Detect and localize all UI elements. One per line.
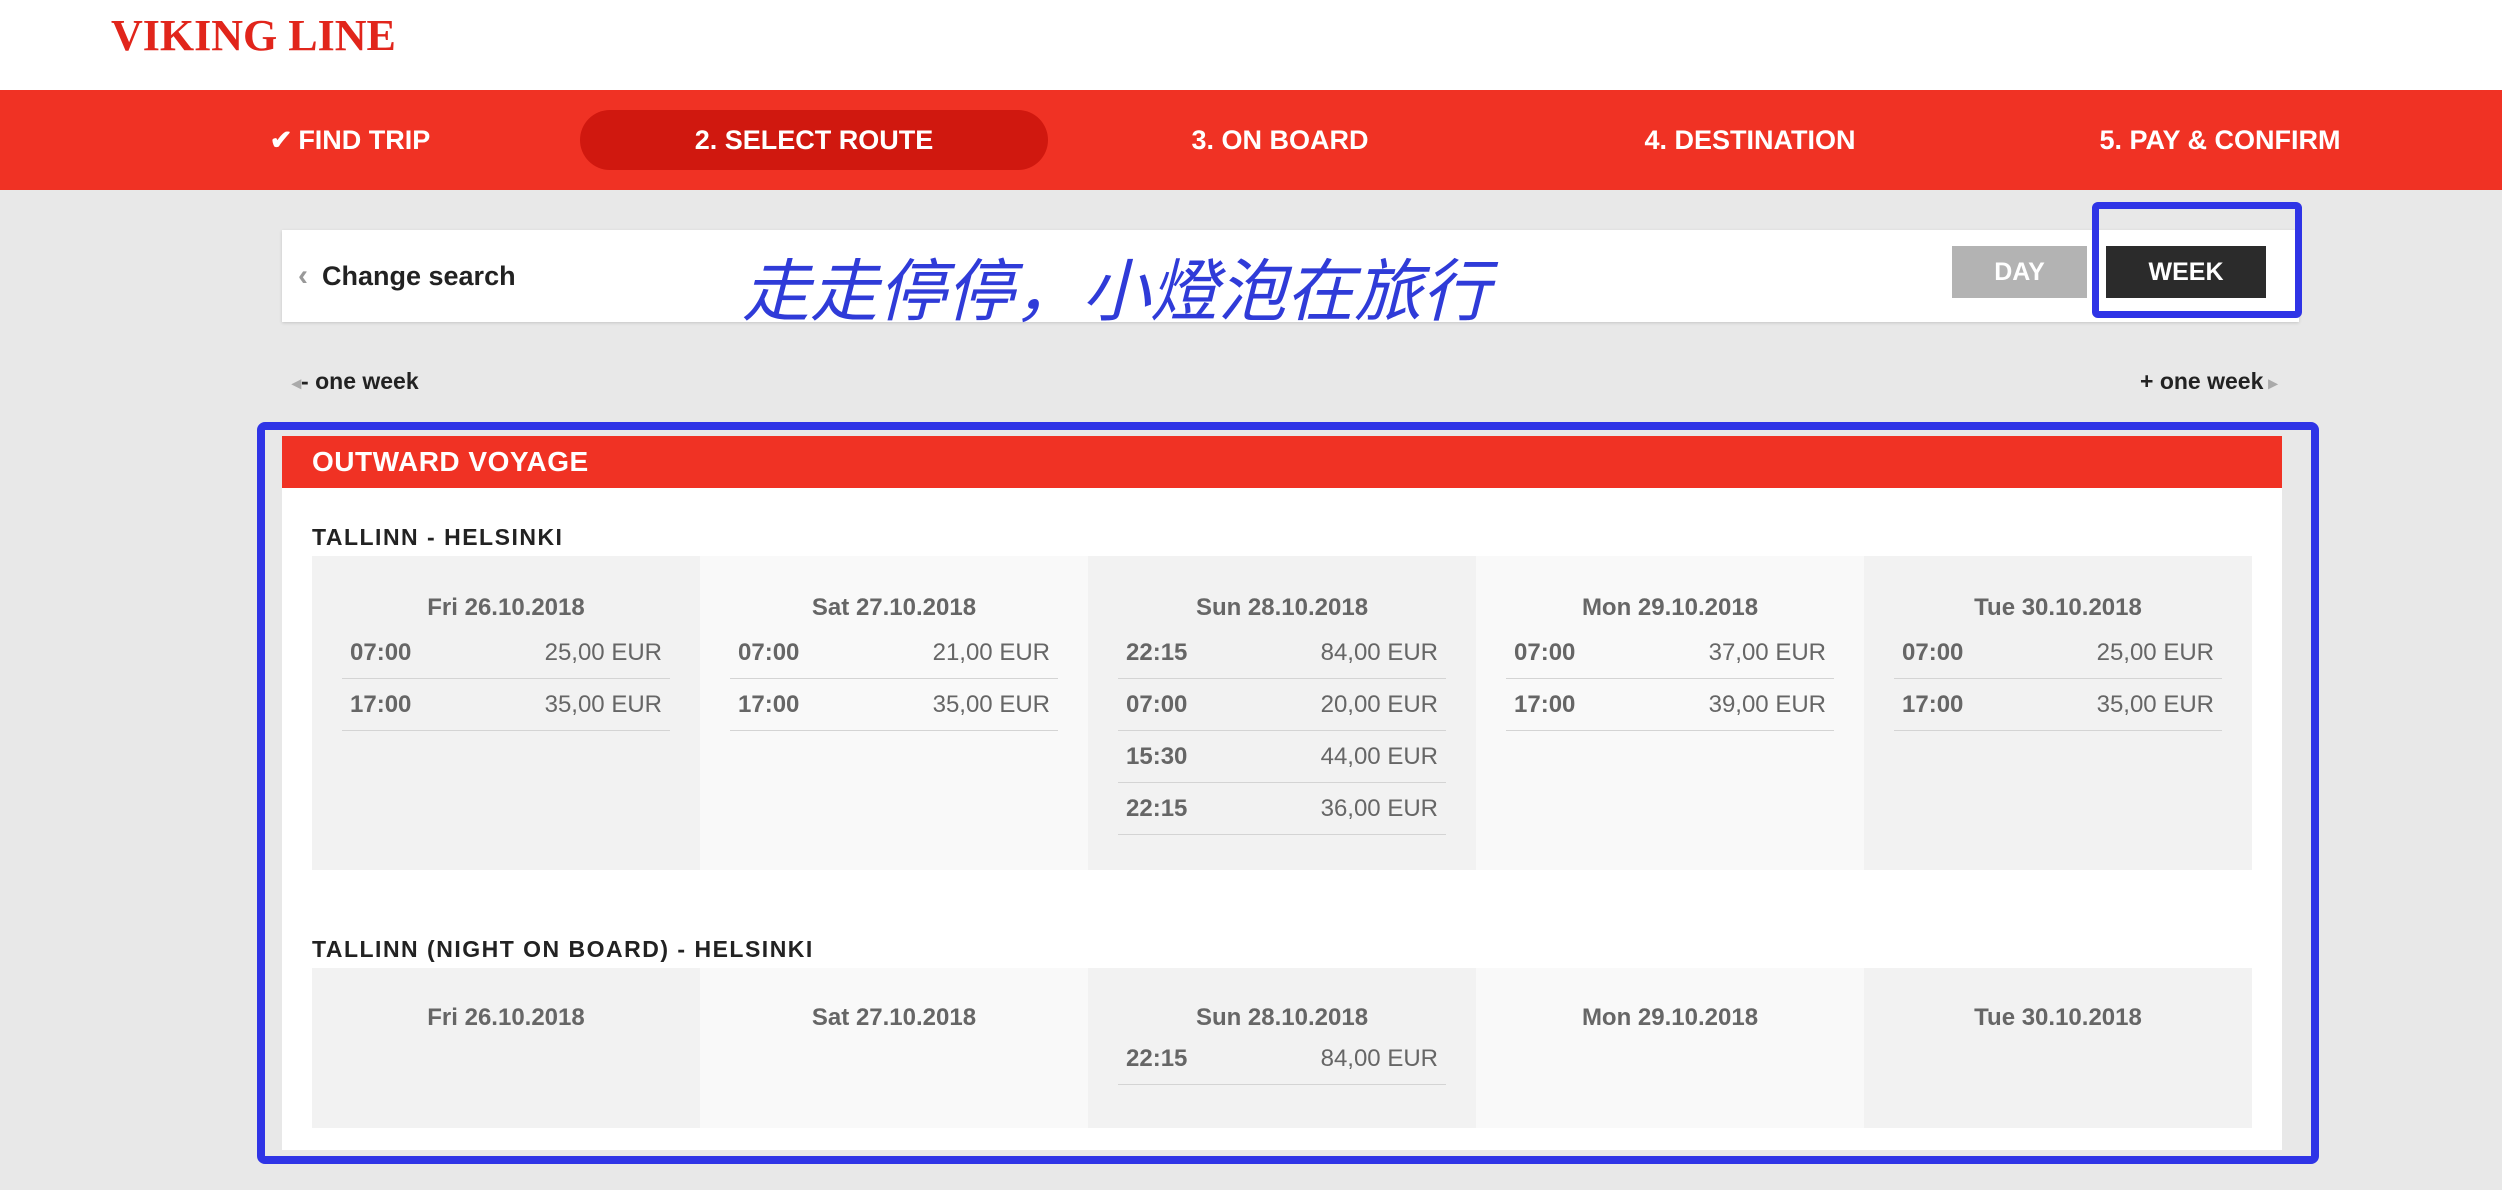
departure-price: 39,00 EUR: [1708, 691, 1826, 718]
day-column: Tue 30.10.2018: [1864, 968, 2252, 1128]
viking-line-logo[interactable]: VIKING LINE: [111, 10, 396, 61]
departure-time: 22:15: [1126, 639, 1188, 666]
departure-time: 07:00: [350, 639, 412, 666]
header: VIKING LINE: [0, 0, 2502, 90]
step-pay-confirm-label: 5. PAY & CONFIRM: [2099, 125, 2341, 155]
departure-price: 25,00 EUR: [544, 639, 662, 666]
departure-price: 35,00 EUR: [2096, 691, 2214, 718]
day-column: Sun 28.10.2018 22:15 84,00 EUR: [1088, 968, 1476, 1128]
prev-week-link[interactable]: ◂- one week: [292, 368, 419, 395]
step-find-trip-label: FIND TRIP: [298, 125, 431, 155]
departure-row[interactable]: 22:15 84,00 EUR: [1118, 1034, 1446, 1085]
day-column: Mon 29.10.2018 07:00 37,00 EUR 17:00 39,00…: [1476, 556, 1864, 870]
caret-right-icon: ▸: [2263, 373, 2278, 393]
departure-price: 37,00 EUR: [1708, 639, 1826, 666]
prev-week-label: - one week: [301, 368, 419, 394]
departure-time: 17:00: [1902, 691, 1964, 718]
step-pay-confirm[interactable]: 5. PAY & CONFIRM: [2070, 90, 2370, 190]
day-column: Sun 28.10.2018 22:15 84,00 EUR 07:00 20,00…: [1088, 556, 1476, 870]
departure-time: 15:30: [1126, 743, 1188, 770]
departure-price: 35,00 EUR: [544, 691, 662, 718]
day-column: Sat 27.10.2018: [700, 968, 1088, 1128]
departure-time: 17:00: [350, 691, 412, 718]
departure-row[interactable]: 17:00 35,00 EUR: [730, 680, 1058, 731]
day-grid: Fri 26.10.2018 Sat 27.10.2018 Sun 28.10.…: [312, 968, 2252, 1128]
day-grid: Fri 26.10.2018 07:00 25,00 EUR 17:00 35,00…: [312, 556, 2252, 870]
day-date: Tue 30.10.2018: [1974, 1004, 2142, 1031]
departure-time: 17:00: [1514, 691, 1576, 718]
check-icon: ✔: [269, 125, 293, 155]
day-date: Sat 27.10.2018: [811, 1004, 977, 1031]
departure-price: 36,00 EUR: [1320, 795, 1438, 822]
day-date: Mon 29.10.2018: [1581, 594, 1759, 621]
search-bar: ‹ Change search 走走停停，小燈泡在旅行 DAY WEEK: [282, 230, 2299, 332]
departure-row[interactable]: 15:30 44,00 EUR: [1118, 732, 1446, 783]
departure-price: 84,00 EUR: [1320, 639, 1438, 666]
day-column: Fri 26.10.2018 07:00 25,00 EUR 17:00 35,00…: [312, 556, 700, 870]
day-column: Mon 29.10.2018: [1476, 968, 1864, 1128]
departure-price: 84,00 EUR: [1320, 1045, 1438, 1072]
departure-row[interactable]: 22:15 84,00 EUR: [1118, 628, 1446, 679]
next-week-link[interactable]: + one week ▸: [2140, 368, 2277, 395]
week-highlight-frame: [2092, 202, 2302, 318]
step-on-board[interactable]: 3. ON BOARD: [1150, 90, 1410, 190]
route-title: TALLINN (NIGHT ON BOARD) - HELSINKI: [312, 936, 814, 962]
departure-time: 07:00: [1126, 691, 1188, 718]
day-date: Mon 29.10.2018: [1581, 1004, 1759, 1031]
step-on-board-label: 3. ON BOARD: [1191, 125, 1369, 155]
booking-steps: ✔ FIND TRIP 2. SELECT ROUTE 3. ON BOARD 4…: [0, 90, 2502, 190]
change-search-label: Change search: [322, 261, 516, 291]
day-column: Fri 26.10.2018: [312, 968, 700, 1128]
step-select-route[interactable]: 2. SELECT ROUTE: [580, 110, 1048, 170]
departure-row[interactable]: 17:00 35,00 EUR: [342, 680, 670, 731]
departure-time: 17:00: [738, 691, 800, 718]
departure-time: 07:00: [1514, 639, 1576, 666]
departure-time: 22:15: [1126, 1045, 1188, 1072]
next-week-label: + one week: [2140, 368, 2264, 394]
departure-price: 20,00 EUR: [1320, 691, 1438, 718]
departure-time: 07:00: [1902, 639, 1964, 666]
departure-time: 22:15: [1126, 795, 1188, 822]
day-column: Tue 30.10.2018 07:00 25,00 EUR 17:00 35,00…: [1864, 556, 2252, 870]
day-column: Sat 27.10.2018 07:00 21,00 EUR 17:00 35,00…: [700, 556, 1088, 870]
departure-price: 25,00 EUR: [2096, 639, 2214, 666]
step-select-route-label: 2. SELECT ROUTE: [694, 125, 934, 155]
change-search-link[interactable]: ‹ Change search: [298, 230, 516, 322]
departure-row[interactable]: 07:00 21,00 EUR: [730, 628, 1058, 679]
day-date: Sun 28.10.2018: [1195, 1004, 1369, 1031]
departure-price: 44,00 EUR: [1320, 743, 1438, 770]
step-destination-label: 4. DESTINATION: [1644, 125, 1856, 155]
caret-left-icon: ◂: [292, 373, 302, 393]
chevron-left-icon: ‹: [298, 259, 308, 292]
outward-voyage-panel: OUTWARD VOYAGE TALLINN - HELSINKI Fri 26…: [282, 436, 2282, 1150]
departure-price: 35,00 EUR: [932, 691, 1050, 718]
departure-row[interactable]: 07:00 25,00 EUR: [1894, 628, 2222, 679]
day-date: Sun 28.10.2018: [1195, 594, 1369, 621]
departure-row[interactable]: 22:15 36,00 EUR: [1118, 784, 1446, 835]
step-destination[interactable]: 4. DESTINATION: [1600, 90, 1900, 190]
voyage-header: OUTWARD VOYAGE: [282, 436, 2282, 488]
departure-price: 21,00 EUR: [932, 639, 1050, 666]
departure-row[interactable]: 17:00 39,00 EUR: [1506, 680, 1834, 731]
route-title: TALLINN - HELSINKI: [312, 524, 564, 550]
departure-row[interactable]: 17:00 35,00 EUR: [1894, 680, 2222, 731]
day-date: Tue 30.10.2018: [1974, 594, 2142, 621]
departure-time: 07:00: [738, 639, 800, 666]
day-view-button[interactable]: DAY: [1952, 246, 2087, 298]
day-date: Sat 27.10.2018: [811, 594, 977, 621]
step-find-trip[interactable]: ✔ FIND TRIP: [250, 90, 450, 190]
day-date: Fri 26.10.2018: [427, 594, 585, 621]
departure-row[interactable]: 07:00 37,00 EUR: [1506, 628, 1834, 679]
watermark-text: 走走停停，小燈泡在旅行: [742, 253, 1491, 332]
departure-row[interactable]: 07:00 25,00 EUR: [342, 628, 670, 679]
departure-row[interactable]: 07:00 20,00 EUR: [1118, 680, 1446, 731]
day-date: Fri 26.10.2018: [427, 1004, 585, 1031]
